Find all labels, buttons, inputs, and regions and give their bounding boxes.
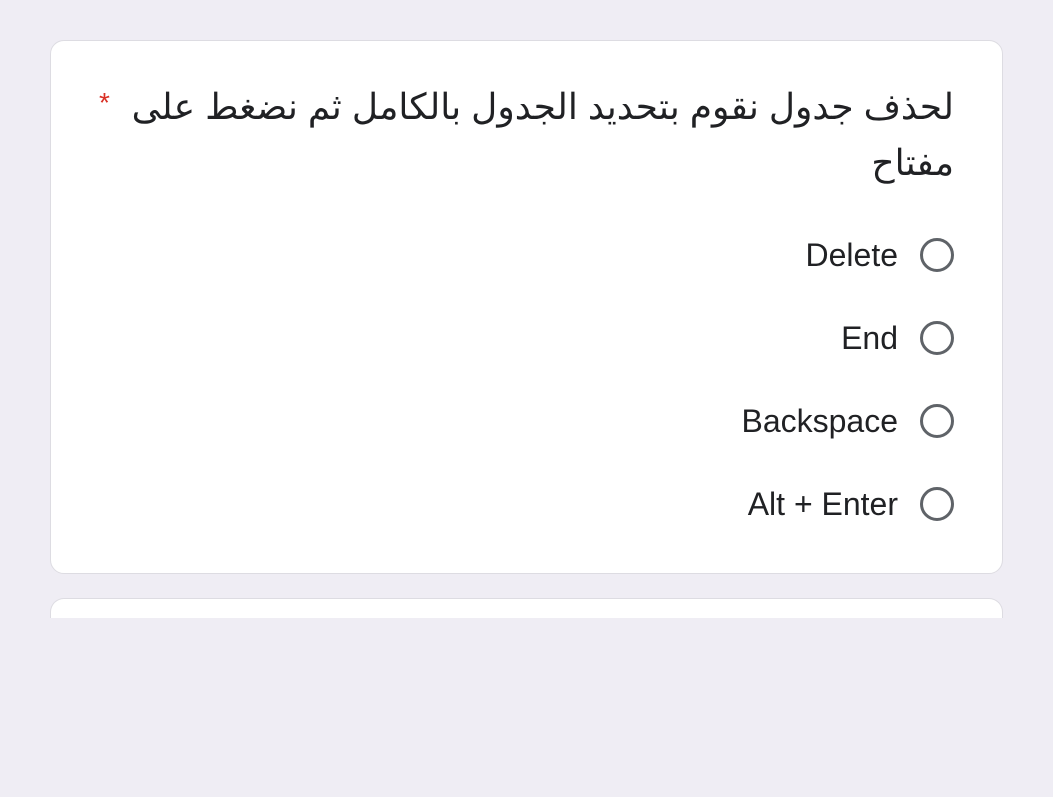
option-label: End — [841, 320, 898, 357]
question-heading-row: * لحذف جدول نقوم بتحديد الجدول بالكامل ث… — [99, 79, 954, 191]
option-delete[interactable]: Delete — [99, 237, 954, 274]
next-card-peek — [50, 598, 1003, 618]
option-backspace[interactable]: Backspace — [99, 403, 954, 440]
question-card: * لحذف جدول نقوم بتحديد الجدول بالكامل ث… — [50, 40, 1003, 574]
required-asterisk: * — [99, 83, 110, 122]
radio-icon — [920, 238, 954, 272]
question-text: لحذف جدول نقوم بتحديد الجدول بالكامل ثم … — [128, 79, 954, 191]
radio-icon — [920, 487, 954, 521]
option-label: Alt + Enter — [748, 486, 898, 523]
form-page: * لحذف جدول نقوم بتحديد الجدول بالكامل ث… — [0, 0, 1053, 638]
radio-icon — [920, 404, 954, 438]
option-label: Backspace — [741, 403, 898, 440]
option-label: Delete — [806, 237, 899, 274]
radio-icon — [920, 321, 954, 355]
options-group: Delete End Backspace Alt + Enter — [99, 237, 954, 523]
option-end[interactable]: End — [99, 320, 954, 357]
option-alt-enter[interactable]: Alt + Enter — [99, 486, 954, 523]
